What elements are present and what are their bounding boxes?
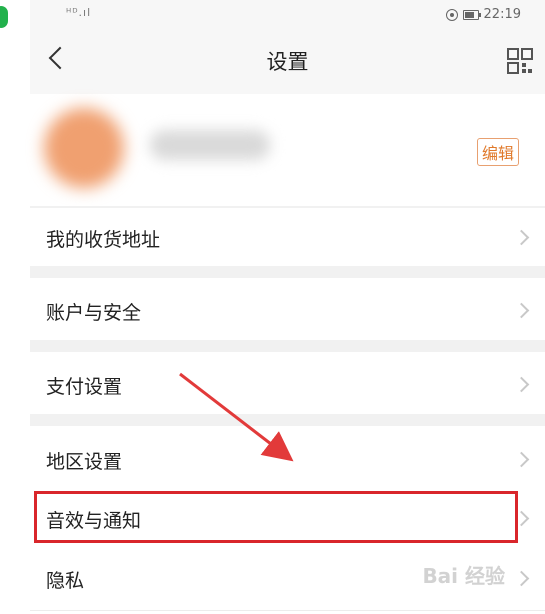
chevron-right-icon bbox=[513, 229, 530, 246]
status-time: 22:19 bbox=[483, 7, 521, 22]
navigation-bar: 设置 bbox=[30, 30, 545, 94]
highlight-box bbox=[34, 491, 518, 543]
section-gap bbox=[30, 340, 545, 352]
menu-item-payment-settings[interactable]: 支付设置 bbox=[30, 352, 545, 415]
chevron-right-icon bbox=[513, 376, 530, 393]
chevron-right-icon bbox=[513, 302, 530, 319]
menu-item-account-security[interactable]: 账户与安全 bbox=[30, 278, 545, 341]
chevron-right-icon bbox=[513, 570, 530, 587]
menu-item-label: 我的收货地址 bbox=[46, 229, 161, 251]
signal-wifi-icon: ᴴᴰ.ıl bbox=[66, 6, 92, 19]
section-gap bbox=[30, 414, 545, 426]
battery-icon bbox=[462, 9, 481, 20]
profile-card[interactable]: 编辑 bbox=[30, 94, 545, 206]
menu-item-label: 支付设置 bbox=[46, 376, 123, 398]
watermark: Bai 经验 bbox=[422, 564, 505, 588]
page-title: 设置 bbox=[266, 50, 309, 74]
status-right: 22:19 bbox=[445, 7, 521, 22]
status-bar: ᴴᴰ.ıl 22:19 bbox=[30, 0, 545, 30]
menu-item-label: 隐私 bbox=[46, 570, 85, 592]
menu-item-label: 账户与安全 bbox=[46, 302, 142, 324]
section-gap bbox=[30, 266, 545, 278]
menu-item-region-settings[interactable]: 地区设置 bbox=[30, 426, 545, 491]
avatar bbox=[44, 108, 124, 188]
menu-item-label: 地区设置 bbox=[46, 451, 123, 473]
user-name-blurred bbox=[150, 130, 270, 160]
eye-icon bbox=[445, 8, 458, 21]
corner-indicator bbox=[0, 6, 8, 28]
edit-profile-button[interactable]: 编辑 bbox=[476, 138, 519, 166]
menu-item-shipping-address[interactable]: 我的收货地址 bbox=[30, 208, 545, 267]
chevron-right-icon bbox=[513, 451, 530, 468]
qr-code-icon[interactable] bbox=[507, 48, 533, 74]
